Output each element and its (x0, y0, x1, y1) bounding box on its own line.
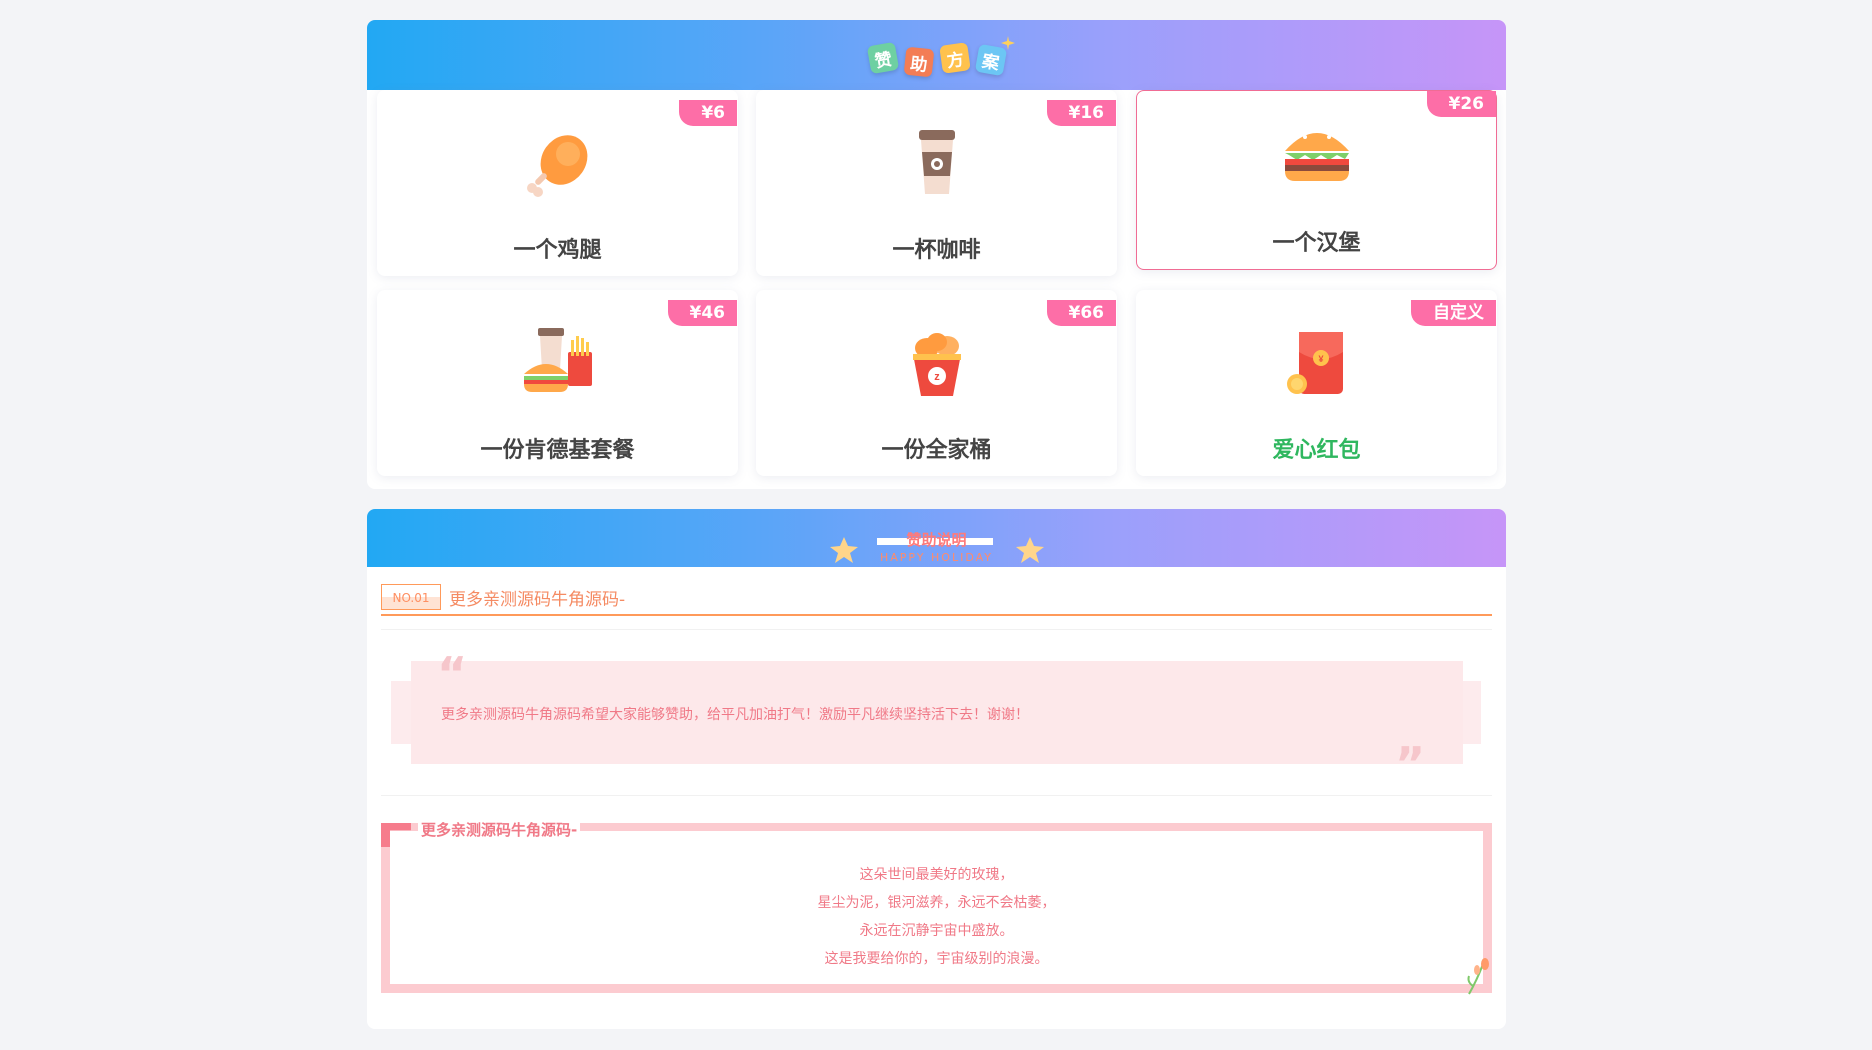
flower-icon (1467, 958, 1489, 995)
option-label: 一个汉堡 (1272, 231, 1361, 256)
option-label: 一份全家桶 (881, 438, 992, 463)
option-label: 一个鸡腿 (513, 238, 602, 263)
poem-line: 这是我要给你的，宇宙级别的浪漫。 (824, 951, 1049, 967)
title-char-block: 方 (938, 42, 971, 74)
price-tag: ¥66 (1046, 300, 1116, 326)
quote-close-icon: ” (1395, 737, 1426, 791)
sponsor-plan-panel: 赞 助 方 案 ¥6 一个鸡腿 ¥16 一杯咖啡 ¥26 一个汉堡 ¥46 一份… (367, 20, 1506, 489)
sparkle-icon (1000, 36, 1015, 50)
poem-line: 这朵世间最美好的玫瑰， (859, 867, 1014, 883)
poem-line: 永远在沉静宇宙中盛放。 (859, 923, 1014, 939)
divider (381, 629, 1492, 630)
svg-text:z: z (934, 371, 940, 383)
sponsor-option-burger[interactable]: ¥26 一个汉堡 (1136, 90, 1497, 270)
section-header: NO.01 更多亲测源码牛角源码- (381, 584, 1492, 616)
poem-text: 这朵世间最美好的玫瑰， 星尘为泥，银河滋养，永远不会枯萎， 永远在沉静宇宙中盛放… (390, 861, 1483, 973)
combo-meal-icon (518, 324, 598, 404)
price-tag: ¥26 (1426, 91, 1496, 117)
burger-icon (1277, 115, 1357, 195)
title-char-block: 助 (903, 46, 934, 78)
quote-open-icon: “ (437, 647, 468, 701)
chicken-bucket-icon: z (897, 324, 977, 404)
option-label: 一份肯德基套餐 (480, 438, 635, 463)
star-icon (1015, 537, 1044, 563)
description-ribbon: 赞助说明 HAPPY HOLIDAY (827, 529, 1047, 569)
poem-line: 星尘为泥，银河滋养，永远不会枯萎， (817, 895, 1056, 911)
frame-corner (381, 823, 411, 847)
section-title: 更多亲测源码牛角源码- (449, 590, 626, 610)
divider (381, 795, 1492, 796)
sponsor-option-coffee[interactable]: ¥16 一杯咖啡 (756, 90, 1117, 276)
poem-frame: 更多亲测源码牛角源码- 这朵世间最美好的玫瑰， 星尘为泥，银河滋养，永远不会枯萎… (381, 819, 1492, 995)
quote-text: 更多亲测源码牛角源码希望大家能够赞助，给平凡加油打气！激励平凡继续坚持活下去！谢… (441, 707, 1029, 723)
sponsor-description-banner: 赞助说明 HAPPY HOLIDAY (367, 509, 1506, 567)
option-label: 爱心红包 (1272, 438, 1361, 463)
price-tag: ¥16 (1046, 100, 1116, 126)
price-tag: 自定义 (1411, 300, 1496, 326)
red-envelope-icon: ¥ (1277, 324, 1357, 404)
option-label: 一杯咖啡 (892, 238, 981, 263)
svg-text:¥: ¥ (1318, 354, 1323, 364)
title-char-block: 赞 (866, 41, 899, 75)
sponsor-option-family-bucket[interactable]: ¥66 z 一份全家桶 (756, 290, 1117, 476)
poem-title: 更多亲测源码牛角源码- (418, 819, 581, 840)
sponsor-option-red-envelope[interactable]: 自定义 ¥ 爱心红包 (1136, 290, 1497, 476)
drumstick-icon (518, 124, 598, 204)
sponsor-option-drumstick[interactable]: ¥6 一个鸡腿 (377, 90, 738, 276)
sponsor-plan-banner: 赞 助 方 案 (367, 20, 1506, 90)
sponsor-plan-title: 赞 助 方 案 (866, 36, 1015, 78)
coffee-cup-icon (897, 124, 977, 204)
section-number-badge: NO.01 (381, 584, 441, 610)
price-tag: ¥6 (679, 100, 737, 126)
sponsor-description-panel: 赞助说明 HAPPY HOLIDAY NO.01 更多亲测源码牛角源码- “ ”… (367, 509, 1506, 1029)
price-tag: ¥46 (667, 300, 737, 326)
sponsor-option-kfc-combo[interactable]: ¥46 一份肯德基套餐 (377, 290, 738, 476)
